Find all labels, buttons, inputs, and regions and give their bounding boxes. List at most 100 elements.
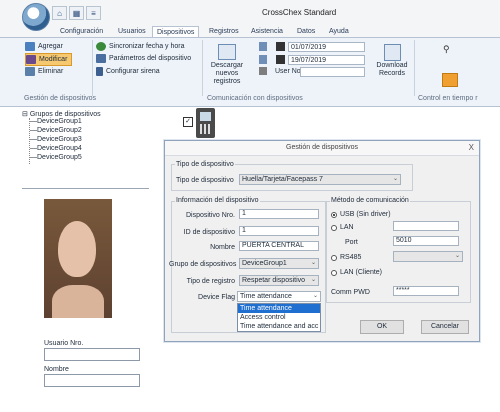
calendar-icon [276, 55, 285, 64]
record-type-label: Tipo de registro [186, 278, 235, 285]
download-records-icon[interactable] [384, 44, 401, 61]
modify-device-icon [26, 55, 36, 64]
download-records-button[interactable]: Download Records [370, 62, 414, 78]
tab-datos[interactable]: Datos [293, 26, 319, 37]
user-no-label: Usuario Nro. [44, 340, 84, 347]
user-icon [259, 67, 267, 75]
lan-label: LAN [340, 224, 354, 231]
communication-section-title: Método de comunicación [330, 197, 410, 204]
date-to-field[interactable]: 19/07/2019 [288, 55, 365, 65]
lan-ip-input[interactable] [393, 221, 459, 231]
user-name-label: Nombre [44, 366, 69, 373]
device-no-label: Dispositivo Nro. [185, 212, 235, 219]
tree-item-devicegroup1[interactable]: —DeviceGroup1 [30, 118, 82, 125]
add-device-label: Agregar [38, 43, 63, 50]
port-input[interactable]: 5010 [393, 236, 459, 246]
sync-icon [96, 42, 106, 51]
tree-item-devicegroup3[interactable]: —DeviceGroup3 [30, 136, 82, 143]
pane-divider [22, 188, 149, 189]
device-name-label: Nombre [210, 244, 235, 251]
chevron-down-icon: ⌄ [310, 277, 316, 283]
document-icon [259, 42, 267, 51]
tab-ayuda[interactable]: Ayuda [325, 26, 353, 37]
tab-configuracion[interactable]: Configuración [56, 26, 107, 37]
lan-client-label: LAN (Cliente) [340, 269, 383, 276]
quick-access-toolbar: ⌂ ▦ ≡ [52, 6, 101, 20]
device-type-label: Tipo de dispositivo [176, 177, 234, 184]
delete-device-label: Eliminar [38, 68, 64, 75]
tab-usuarios[interactable]: Usuarios [114, 26, 150, 37]
lan-client-radio[interactable] [331, 270, 337, 276]
device-params-button[interactable]: Parámetros del dispositivo [96, 53, 191, 64]
device-management-group-label: Gestión de dispositivos [24, 95, 96, 102]
device-terminal-icon[interactable] [196, 108, 215, 138]
tree-item-devicegroup5[interactable]: —DeviceGroup5 [30, 154, 82, 161]
device-flag-select[interactable]: Time attendance ⌄ [237, 291, 321, 302]
close-icon[interactable]: X [469, 143, 474, 152]
params-icon [96, 54, 106, 63]
tree-root[interactable]: ⊟ Grupos de dispositivos [22, 110, 101, 118]
device-communication-group-label: Comunicación con dispositivos [207, 95, 303, 102]
tab-asistencia[interactable]: Asistencia [247, 26, 287, 37]
device-flag-option-access-control[interactable]: Access control [238, 313, 320, 322]
add-device-icon [25, 42, 35, 51]
device-id-input[interactable]: 1 [239, 226, 319, 236]
delete-device-icon [25, 67, 35, 76]
date-from-field[interactable]: 01/07/2019 [288, 42, 365, 52]
sync-time-label: Sincronizar fecha y hora [109, 43, 185, 50]
device-management-dialog: Gestión de dispositivos X Tipo de dispos… [164, 140, 480, 342]
device-type-select[interactable]: Huella/Tarjeta/Facepass 7 ⌄ [239, 174, 401, 185]
home-icon[interactable]: ⌂ [52, 6, 67, 20]
user-no-input[interactable] [44, 348, 140, 361]
user-name-input[interactable] [44, 374, 140, 387]
app-menu-orb[interactable] [22, 3, 50, 31]
realtime-control-icon[interactable] [442, 73, 458, 87]
record-type-select[interactable]: Respetar dispositivo ⌄ [239, 275, 319, 286]
delete-device-button[interactable]: Eliminar [25, 66, 63, 77]
user-photo [44, 199, 112, 318]
modify-device-label: Modificar [39, 56, 68, 63]
device-info-section-title: Información del dispositivo [175, 197, 260, 204]
device-params-label: Parámetros del dispositivo [109, 55, 192, 62]
document-icon [259, 55, 267, 64]
device-flag-option-time-attendance-and-access[interactable]: Time attendance and acc [238, 322, 320, 331]
sync-time-button[interactable]: Sincronizar fecha y hora [96, 41, 184, 52]
lan-radio[interactable] [331, 225, 337, 231]
ribbon-separator [92, 40, 93, 96]
device-name-input[interactable]: PUERTA CENTRAL [239, 241, 319, 251]
usb-radio[interactable] [331, 212, 337, 218]
cancel-button[interactable]: Cancelar [421, 320, 469, 334]
chevron-down-icon: ⌄ [392, 176, 398, 182]
user-no-label: User No. [275, 68, 303, 75]
download-new-icon[interactable] [218, 44, 236, 60]
tab-registros[interactable]: Registros [205, 26, 243, 37]
chevron-down-icon: ⌄ [454, 253, 460, 259]
rs485-select[interactable]: ⌄ [393, 251, 463, 262]
user-no-field[interactable] [300, 67, 365, 77]
device-flag-option-time-attendance[interactable]: Time attendance [238, 304, 320, 313]
ribbon-separator [414, 40, 415, 96]
siren-button[interactable]: Configurar sirena [96, 66, 160, 77]
grid-icon[interactable]: ▦ [69, 6, 84, 20]
modify-device-button[interactable]: Modificar [25, 53, 73, 66]
tree-item-devicegroup2[interactable]: —DeviceGroup2 [30, 127, 82, 134]
comm-pwd-input[interactable]: ***** [393, 286, 459, 296]
link-icon[interactable]: ⚲ [443, 44, 450, 55]
device-group-select[interactable]: DeviceGroup1 ⌄ [239, 258, 319, 269]
download-new-records-button[interactable]: Descargar nuevos registros [203, 62, 251, 86]
add-device-button[interactable]: Agregar [25, 41, 63, 52]
dropdown-icon[interactable]: ≡ [86, 6, 101, 20]
tree-item-devicegroup4[interactable]: —DeviceGroup4 [30, 145, 82, 152]
window-title: CrossChex Standard [262, 8, 337, 17]
device-checkbox[interactable]: ✓ [183, 117, 193, 127]
device-flag-label: Device Flag [198, 294, 235, 301]
device-no-input[interactable]: 1 [239, 209, 319, 219]
chevron-down-icon: ⌄ [312, 293, 318, 299]
dialog-title: Gestión de dispositivos [165, 141, 479, 156]
siren-icon [96, 67, 103, 76]
device-flag-dropdown-list: Time attendance Access control Time atte… [237, 303, 321, 332]
rs485-radio[interactable] [331, 255, 337, 261]
chevron-down-icon: ⌄ [310, 260, 316, 266]
ok-button[interactable]: OK [360, 320, 404, 334]
rs485-label: RS485 [340, 254, 362, 261]
